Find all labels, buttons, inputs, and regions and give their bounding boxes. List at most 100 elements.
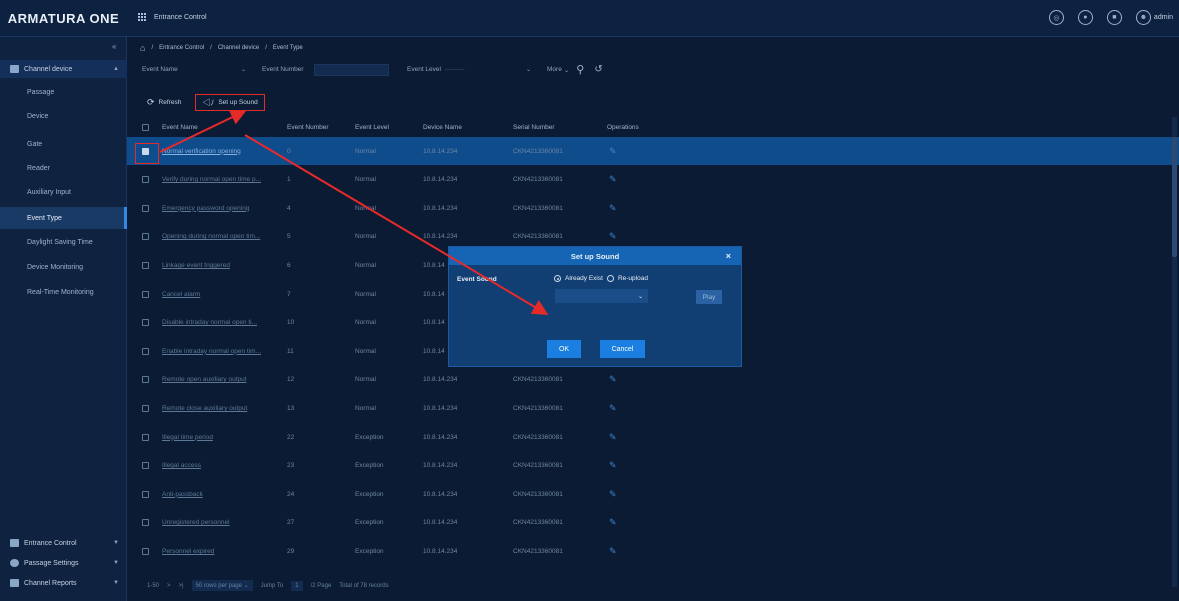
sidebar-item-gate[interactable]: Gate [0, 133, 127, 155]
event-name-link[interactable]: Emergency password opening [162, 194, 282, 222]
event-name-link[interactable]: Verify during normal open time p... [162, 166, 282, 194]
user-menu[interactable]: ☻ admin [1135, 10, 1173, 25]
home-icon[interactable]: ⌂ [140, 43, 145, 53]
row-checkbox[interactable] [142, 509, 149, 537]
table-row[interactable]: Remote close auxiliary output 13 Normal 10.… [127, 394, 1179, 422]
table-row[interactable]: Personnel expired 29 Exception 10.8.14.234 C… [127, 537, 1179, 565]
sidebar-group-passage-settings[interactable]: Passage Settings ▼ [0, 554, 127, 572]
close-icon[interactable]: × [726, 251, 731, 261]
play-button[interactable]: Play [696, 290, 722, 304]
event-name-link[interactable]: Linkage event triggered [162, 251, 282, 279]
table-row[interactable]: Illegal time period 22 Exception 10.8.14.23… [127, 423, 1179, 451]
refresh-button[interactable]: ⟳ Refresh [141, 94, 187, 111]
language-icon[interactable]: ◎ [1048, 10, 1064, 25]
sidebar-group-channel-reports[interactable]: Channel Reports ▼ [0, 574, 127, 592]
row-checkbox[interactable] [142, 423, 149, 451]
reset-icon[interactable]: ↺ [594, 64, 602, 75]
table-row[interactable]: Remote open auxiliary output 12 Normal 10.8… [127, 366, 1179, 394]
re-upload-radio[interactable] [606, 275, 614, 282]
row-checkbox[interactable] [142, 194, 149, 222]
edit-icon[interactable]: ✎ [609, 480, 617, 508]
edit-icon[interactable]: ✎ [609, 423, 617, 451]
sound-source-radios: Already Exist Re-upload [554, 275, 648, 282]
event-name-link[interactable]: Anti-passback [162, 480, 282, 508]
sidebar-item-event-type[interactable]: Event Type [0, 207, 127, 229]
event-name-filter[interactable]: Event Name ⌄ [139, 64, 249, 76]
row-checkbox[interactable] [142, 280, 149, 308]
event-level-filter[interactable]: Event Level ——— ⌄ [404, 64, 534, 76]
module-switcher[interactable]: Entrance Control [138, 12, 207, 22]
table-row[interactable]: Unregistered personnel 27 Exception 10.8.14… [127, 509, 1179, 537]
event-name-link[interactable]: Disable intraday normal open ti... [162, 309, 282, 337]
row-checkbox[interactable] [142, 309, 149, 337]
table-row[interactable]: Anti-passback 24 Exception 10.8.14.234 CKN42… [127, 480, 1179, 508]
row-checkbox[interactable] [142, 537, 149, 565]
more-filters-button[interactable]: More ⌄ [544, 64, 572, 76]
event-name-link[interactable]: Illegal access [162, 452, 282, 480]
cancel-button[interactable]: Cancel [600, 340, 645, 358]
event-number-input[interactable] [314, 63, 389, 76]
rows-per-page-select[interactable]: 50 rows per page ⌄ [191, 580, 253, 591]
table-cell: 10.8.14 [423, 261, 445, 269]
select-all-checkbox[interactable] [142, 117, 149, 137]
event-name-link[interactable]: Remote close auxiliary output [162, 394, 282, 422]
event-name-link[interactable]: Normal verification opening [162, 137, 282, 165]
edit-icon[interactable]: ✎ [609, 509, 617, 537]
event-name-link[interactable]: Remote open auxiliary output [162, 366, 282, 394]
edit-icon[interactable]: ✎ [609, 366, 617, 394]
setup-sound-button[interactable]: ◁ﾉ Set up Sound [195, 94, 265, 111]
event-name-link[interactable]: Enable intraday normal open tim... [162, 337, 282, 365]
table-row[interactable]: Verify during normal open time p... 1 Norm… [127, 166, 1179, 194]
already-exist-radio[interactable] [554, 275, 561, 282]
sidebar-item-daylight-saving-time[interactable]: Daylight Saving Time [0, 231, 127, 253]
event-name-link[interactable]: Illegal time period [162, 423, 282, 451]
breadcrumb-item[interactable]: Entrance Control [159, 45, 204, 51]
table-row[interactable]: Normal verification opening 0 Normal 10.8.1… [127, 137, 1179, 165]
sidebar-item-passage[interactable]: Passage [0, 81, 127, 103]
row-checkbox[interactable] [142, 166, 149, 194]
event-name-link[interactable]: Unregistered personnel [162, 509, 282, 537]
event-name-link[interactable]: Personnel expired [162, 537, 282, 565]
ok-button[interactable]: OK [547, 340, 581, 358]
row-checkbox[interactable] [142, 223, 149, 251]
edit-icon[interactable]: ✎ [609, 194, 617, 222]
table-cell: 29 [287, 547, 295, 555]
sidebar-item-real-time-monitoring[interactable]: Real-Time Monitoring [0, 281, 127, 303]
last-page-button[interactable]: >| [179, 583, 184, 589]
row-checkbox[interactable] [142, 251, 149, 279]
help-icon[interactable]: ■ [1106, 10, 1122, 25]
sidebar-group-channel-device[interactable]: Channel device ▲ [0, 60, 127, 78]
edit-icon[interactable]: ✎ [609, 452, 617, 480]
event-name-link[interactable]: Opening during normal open tim... [162, 223, 282, 251]
row-checkbox[interactable] [142, 337, 149, 365]
row-checkbox[interactable] [142, 452, 149, 480]
breadcrumb-item[interactable]: Channel device [218, 45, 259, 51]
edit-icon[interactable]: ✎ [609, 394, 617, 422]
breadcrumb-separator: / [210, 45, 212, 51]
sidebar-group-entrance-control[interactable]: Entrance Control ▼ [0, 534, 127, 552]
event-name-link[interactable]: Cancel alarm [162, 280, 282, 308]
sidebar-item-device[interactable]: Device [0, 105, 127, 127]
table-scrollbar[interactable] [1172, 117, 1177, 587]
scrollbar-thumb[interactable] [1172, 137, 1177, 257]
row-checkbox[interactable] [142, 394, 149, 422]
sound-select[interactable]: ⌄ [555, 289, 648, 303]
event-name-label: Event Name [142, 66, 178, 73]
search-icon[interactable]: ⚲ [576, 63, 584, 76]
next-page-button[interactable]: > [167, 583, 171, 589]
jump-to-input[interactable]: 1 [291, 580, 303, 591]
checkbox-box [142, 290, 149, 298]
edit-icon[interactable]: ✎ [609, 137, 617, 165]
sidebar-item-device-monitoring[interactable]: Device Monitoring [0, 256, 127, 278]
table-row[interactable]: Illegal access 23 Exception 10.8.14.234 CKN4… [127, 452, 1179, 480]
row-checkbox[interactable] [142, 480, 149, 508]
sidebar-item-reader[interactable]: Reader [0, 157, 127, 179]
table-row[interactable]: Emergency password opening 4 Normal 10.8.14… [127, 194, 1179, 222]
notification-icon[interactable]: ● [1077, 10, 1093, 25]
sidebar-item-auxiliary-input[interactable]: Auxiliary Input [0, 181, 127, 203]
row-checkbox[interactable] [142, 366, 149, 394]
edit-icon[interactable]: ✎ [609, 166, 617, 194]
edit-icon[interactable]: ✎ [609, 537, 617, 565]
collapse-sidebar-icon[interactable]: « [112, 42, 116, 51]
table-cell: 12 [287, 376, 295, 384]
